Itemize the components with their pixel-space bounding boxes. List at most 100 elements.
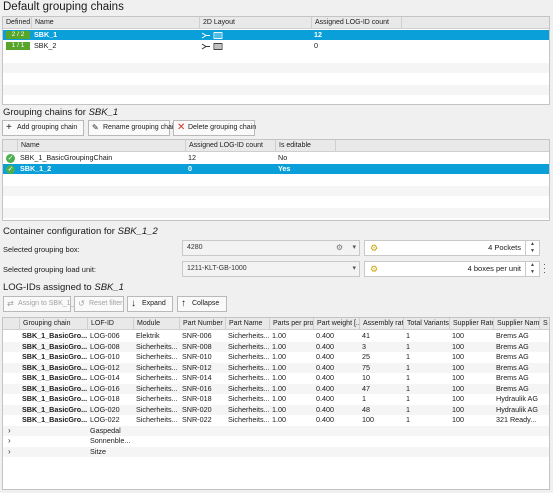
- col-assigned-count[interactable]: Assigned LOG-ID count: [311, 17, 401, 29]
- total-variants: 1: [406, 341, 410, 351]
- load-unit-select[interactable]: 1211-KLT-GB-1000 ▾: [182, 261, 360, 277]
- gear-icon: ⚙: [370, 264, 379, 274]
- lof-id: LOG-006: [90, 331, 120, 340]
- col-parts-per[interactable]: Parts per pro...: [269, 318, 313, 330]
- chevron-right-icon[interactable]: ›: [8, 436, 16, 446]
- table-row[interactable]: ✓ SBK_1_2 0 Yes: [3, 164, 549, 174]
- col-lof-id[interactable]: LOF-ID: [87, 318, 133, 330]
- group-row[interactable]: › Sitze: [3, 446, 549, 457]
- table-row[interactable]: 2 / 2 SBK_1 12: [3, 30, 549, 40]
- part-weight: 0.400: [316, 331, 334, 340]
- parts-per: 1.00: [272, 383, 286, 393]
- col-grouping-chain[interactable]: Grouping chain: [19, 318, 87, 330]
- part-weight: 0.400: [316, 383, 334, 393]
- table-row[interactable]: SBK_1_BasicGro... LOG-014 Sicherheits... SN…: [3, 373, 549, 383]
- supplier-rate: 100: [452, 383, 464, 393]
- layout-icon[interactable]: [201, 31, 227, 40]
- group-row[interactable]: › Sonnenble...: [3, 436, 549, 446]
- supplier-name: Brems AG: [496, 331, 529, 340]
- pockets-spinbox[interactable]: ⚙ 4 Pockets ▲ ▼: [364, 240, 540, 256]
- grouping-chain: SBK_1_BasicGro...: [22, 404, 87, 414]
- group-row[interactable]: › Gaspedal: [3, 425, 549, 436]
- part-number: SNR-020: [182, 404, 212, 414]
- pockets-value: 4 Pockets: [488, 243, 521, 252]
- col-name[interactable]: Name: [17, 140, 185, 152]
- total-variants: 1: [406, 373, 410, 382]
- grouping-chains-table[interactable]: Name Assigned LOG-ID count Is editable ✓…: [2, 139, 550, 221]
- table-row[interactable]: SBK_1_BasicGro... LOG-016 Sicherheits... SN…: [3, 383, 549, 394]
- is-editable: No: [278, 153, 288, 162]
- module: Sicherheits...: [136, 341, 178, 351]
- logids-table[interactable]: Grouping chain LOF-ID Module Part Number Par…: [2, 317, 550, 490]
- assigned-count: 12: [188, 153, 196, 162]
- table-row[interactable]: SBK_1_BasicGro... LOG-018 Sicherheits... SN…: [3, 394, 549, 404]
- col-part-weight[interactable]: Part weight [...: [313, 318, 359, 330]
- spin-arrows[interactable]: ▲ ▼: [525, 241, 539, 255]
- assembly-rate: 10: [362, 373, 370, 382]
- part-number: SNR-014: [182, 373, 212, 382]
- boxes-spinbox[interactable]: ⚙ 4 boxes per unit ▲ ▼: [364, 261, 540, 277]
- grouping-chain: SBK_1_BasicGro...: [22, 415, 87, 424]
- table-row[interactable]: SBK_1_BasicGro... LOG-020 Sicherheits... SN…: [3, 404, 549, 415]
- assembly-rate: 48: [362, 404, 370, 414]
- empty-row: [3, 208, 549, 218]
- lof-id: LOG-016: [90, 383, 120, 393]
- col-supplier-name[interactable]: Supplier Name: [493, 318, 539, 330]
- module: Sicherheits...: [136, 404, 178, 414]
- chain-name: SBK_1_2: [20, 164, 52, 173]
- col-part-name[interactable]: Part Name: [225, 318, 269, 330]
- settings-icon: ⚙: [335, 243, 343, 252]
- col-2d-layout[interactable]: 2D Layout: [199, 17, 311, 29]
- col-assembly-rate[interactable]: Assembly rate: [359, 318, 403, 330]
- check-icon: ✓: [6, 164, 15, 174]
- col-supplier-rate[interactable]: Supplier Rate: [449, 318, 493, 330]
- table-row[interactable]: ✓ SBK_1_BasicGroupingChain 12 No: [3, 153, 549, 163]
- col-total-variants[interactable]: Total Variants: [403, 318, 449, 330]
- module: Sicherheits...: [136, 415, 178, 424]
- rename-grouping-chain-button[interactable]: ✎ Rename grouping chain: [88, 120, 177, 136]
- delete-grouping-chain-button[interactable]: ✕ Delete grouping chain: [173, 120, 256, 136]
- empty-row: [3, 85, 549, 95]
- part-weight: 0.400: [316, 394, 334, 403]
- col-editable[interactable]: Is editable: [275, 140, 335, 152]
- assembly-rate: 25: [362, 352, 370, 361]
- grouping-box-label: Selected grouping box:: [3, 245, 80, 254]
- col-module[interactable]: Module: [133, 318, 179, 330]
- grouping-box-select[interactable]: 4280 ⚙ ▾: [182, 240, 360, 256]
- group-name: Sonnenble...: [90, 436, 131, 445]
- col-part-number[interactable]: Part Number: [179, 318, 225, 330]
- col-s[interactable]: S: [539, 318, 549, 330]
- table-row[interactable]: SBK_1_BasicGro... LOG-022 Sicherheits... SN…: [3, 415, 549, 425]
- module: Sicherheits...: [136, 373, 178, 382]
- chevron-down-icon: ▾: [352, 244, 356, 251]
- grouping-chain: SBK_1_BasicGro...: [22, 394, 87, 403]
- chevron-right-icon[interactable]: ›: [8, 426, 16, 436]
- collapse-button[interactable]: ↑ Collapse: [177, 296, 227, 312]
- table-row[interactable]: SBK_1_BasicGro... LOG-012 Sicherheits... SN…: [3, 362, 549, 373]
- table-row[interactable]: 1 / 1 SBK_2 0: [3, 41, 549, 51]
- table-row[interactable]: SBK_1_BasicGro... LOG-010 Sicherheits... SN…: [3, 352, 549, 362]
- module: Elektrik: [136, 331, 160, 340]
- default-chains-table[interactable]: Defined Name 2D Layout Assigned LOG-ID c…: [2, 16, 550, 105]
- total-variants: 1: [406, 415, 410, 424]
- expand-button[interactable]: ↓ Expand: [127, 296, 173, 312]
- table-row[interactable]: SBK_1_BasicGro... LOG-006 Elektrik SNR-006 S…: [3, 331, 549, 341]
- col-assigned-count[interactable]: Assigned LOG-ID count: [185, 140, 275, 152]
- grouping-chain: SBK_1_BasicGro...: [22, 362, 87, 372]
- col-name[interactable]: Name: [31, 17, 199, 29]
- lof-id: LOG-022: [90, 415, 120, 424]
- spin-arrows[interactable]: ▲ ▼: [525, 262, 539, 276]
- reset-filter-button[interactable]: ↺ Reset filter: [74, 296, 124, 312]
- part-name: Sicherheits...: [228, 394, 269, 403]
- grouping-chains-title: Grouping chains for SBK_1: [3, 107, 119, 118]
- total-variants: 1: [406, 331, 410, 340]
- table-row[interactable]: SBK_1_BasicGro... LOG-008 Sicherheits... SN…: [3, 341, 549, 352]
- supplier-name: Brems AG: [496, 362, 529, 372]
- add-grouping-chain-button[interactable]: + Add grouping chain: [2, 120, 84, 136]
- layout-icon[interactable]: [201, 42, 227, 51]
- col-filler: [335, 140, 549, 152]
- more-options-icon[interactable]: · · ·: [543, 260, 546, 277]
- chevron-right-icon[interactable]: ›: [8, 447, 16, 457]
- assign-button[interactable]: ⇄ Assign to SBK_1_2: [3, 296, 78, 312]
- col-defined[interactable]: Defined: [3, 17, 31, 29]
